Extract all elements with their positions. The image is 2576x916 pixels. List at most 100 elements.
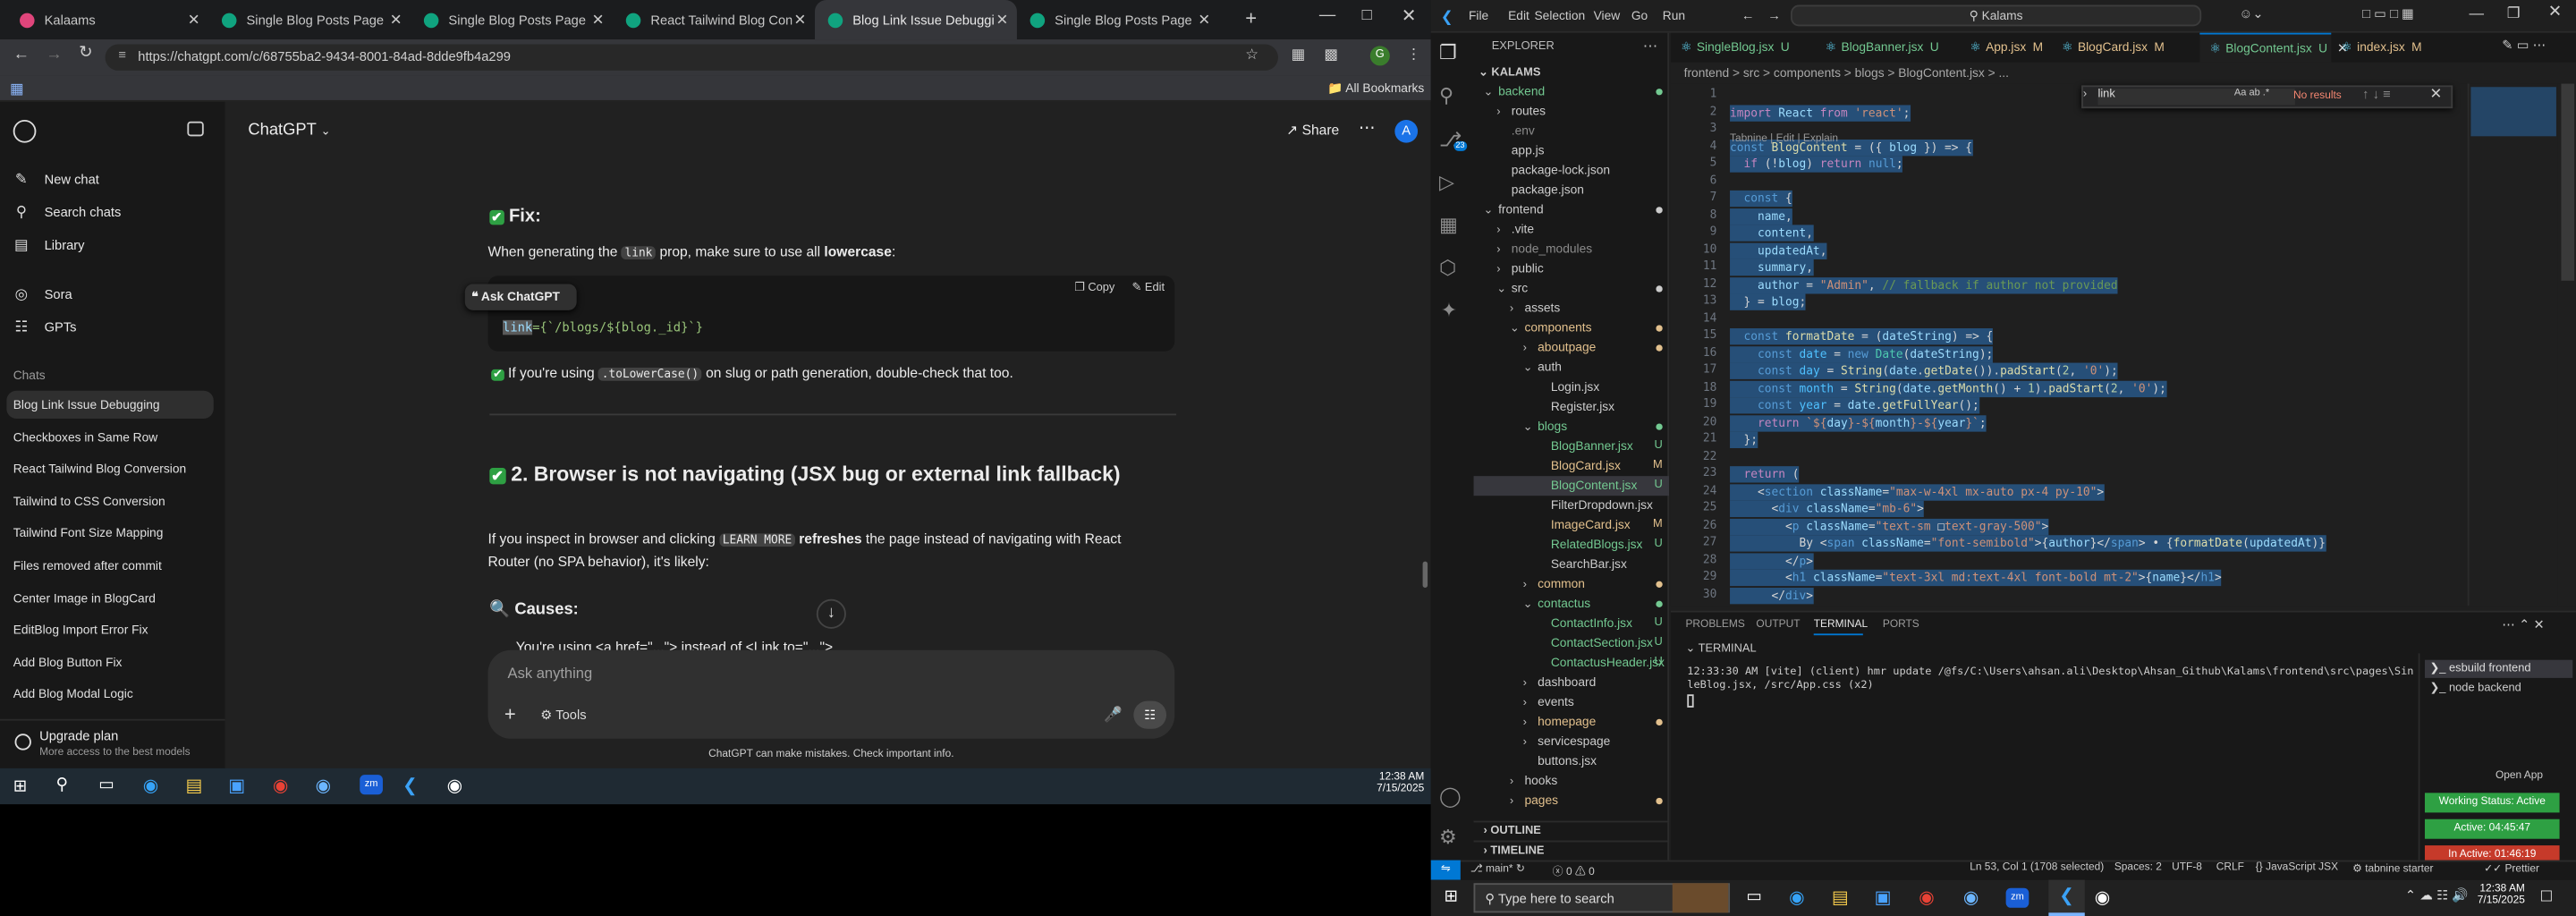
tree-item[interactable]: BlogCard.jsx M (1474, 456, 1670, 476)
find-prev-next-icons[interactable]: ↑ ↓ ≡ (2362, 87, 2390, 102)
tree-item[interactable]: › aboutpage (1474, 338, 1670, 358)
prompt-input[interactable]: Ask anything (508, 665, 593, 681)
tree-item[interactable]: › public (1474, 259, 1670, 279)
microphone-icon[interactable]: 🎤 (1104, 706, 1123, 724)
editor-tab[interactable]: ⚛ BlogContent.jsx U ✕ (2199, 32, 2348, 63)
extension-icon[interactable]: ▦ (1292, 46, 1306, 64)
browser-tab[interactable]: Blog Link Issue Debugging ✕ (815, 0, 1017, 40)
editor-tab[interactable]: ⚛ index.jsx M (2331, 33, 2472, 63)
menu-go[interactable]: Go (1631, 8, 1648, 23)
task-view-icon[interactable]: ▭ (98, 776, 114, 794)
task-view-icon[interactable]: ▭ (1746, 888, 1761, 906)
scroll-down-icon[interactable]: ↓ (816, 598, 846, 629)
browser-tab[interactable]: React Tailwind Blog Convers✕ (613, 0, 815, 39)
windows-start-icon[interactable]: ⊞ (1444, 888, 1457, 906)
chrome-menu-icon[interactable]: ⋮ (1406, 46, 1421, 64)
tree-item[interactable]: Register.jsx (1474, 397, 1670, 417)
vscode-taskbar-icon[interactable]: ❮ (2048, 879, 2085, 916)
copilot-icon[interactable]: ☺⌄ (2239, 6, 2263, 21)
store-icon[interactable]: ▣ (228, 775, 245, 796)
tree-item[interactable]: Login.jsx (1474, 377, 1670, 397)
chrome-dev-icon[interactable]: ◉ (1963, 886, 1979, 908)
minimap[interactable] (2467, 83, 2558, 606)
share-button[interactable]: ↗ Share (1286, 122, 1339, 140)
chat-history-item[interactable]: Add Blog Modal Logic (13, 680, 217, 708)
clock-right[interactable]: 12:38 AM 7/15/2025 (2478, 883, 2525, 906)
chat-history-item[interactable]: Files removed after commit (13, 552, 217, 580)
nav-forward-icon[interactable]: → (1767, 8, 1781, 23)
workspace-root[interactable]: ⌄ KALAMS (1479, 65, 1540, 79)
open-app-button[interactable]: Open App (2496, 770, 2543, 782)
chat-scrollbar[interactable] (1422, 561, 1428, 588)
close-window-icon[interactable]: ✕ (1402, 5, 1417, 26)
editor-scrollbar[interactable] (2561, 83, 2575, 281)
line-ending[interactable]: CRLF (2216, 861, 2244, 873)
chat-history-item[interactable]: React Tailwind Blog Conversion (13, 455, 217, 483)
sidebar-item-search-chats[interactable]: ⚲ Search chats (13, 197, 217, 226)
tree-item[interactable]: .env (1474, 122, 1670, 141)
voice-mode-icon[interactable]: ☷ (1133, 700, 1167, 729)
forward-icon[interactable]: → (46, 46, 62, 64)
tree-item[interactable]: ⌄ blogs (1474, 417, 1670, 437)
openai-logo-icon[interactable] (13, 119, 37, 143)
tree-item[interactable]: BlogContent.jsx U (1473, 476, 1670, 496)
tree-item[interactable]: › homepage (1474, 712, 1670, 732)
editor-tab[interactable]: ⚛ SingleBlog.jsx U (1671, 33, 1816, 63)
tree-item[interactable]: ⌄ contactus (1474, 594, 1670, 614)
find-options-icons[interactable]: Aa ab .* (2234, 89, 2269, 98)
browser-tab[interactable]: Kalaams ✕ (6, 0, 208, 39)
browser-tab[interactable]: Single Blog Posts Page Desig✕ (208, 0, 411, 39)
mongodb-icon[interactable]: ✦ (1441, 299, 1457, 322)
tree-item[interactable]: BlogBanner.jsx U (1474, 437, 1670, 456)
tree-item[interactable]: ContactusHeader.jsx U (1474, 653, 1670, 673)
panel-tab-output[interactable]: OUTPUT (1756, 619, 1800, 631)
zoom-icon[interactable]: zm (360, 775, 383, 795)
breadcrumb[interactable]: frontend > src > components > blogs > Bl… (1670, 62, 2576, 84)
maximize-icon[interactable]: □ (1362, 6, 1372, 24)
vs-close-icon[interactable]: ✕ (2548, 4, 2562, 21)
ask-chatgpt-popup[interactable]: ❝ Ask ChatGPT (464, 284, 577, 310)
remote-icon[interactable]: ⬡ (1439, 256, 1456, 279)
tree-item[interactable]: › dashboard (1474, 673, 1670, 692)
tree-item[interactable]: buttons.jsx (1474, 751, 1670, 771)
tab-close-icon[interactable]: ✕ (186, 11, 202, 29)
menu-view[interactable]: View (1594, 8, 1621, 23)
command-center[interactable]: ⚲ Kalams (1791, 4, 2202, 27)
codelens[interactable]: Tabnine | Edit | Explain (1730, 133, 1838, 145)
menu-selection[interactable]: Selection (1534, 8, 1585, 23)
site-info-icon[interactable]: ≡ (118, 47, 126, 63)
file-explorer-icon[interactable]: ▤ (1832, 886, 1849, 908)
terminal-item-esbuild[interactable]: ❯_ esbuild frontend (2424, 659, 2573, 678)
code-editor[interactable]: 1 2 import React from 'react'; 3 4 const Blog… (1670, 83, 2576, 606)
search-icon[interactable]: ⚲ (55, 776, 67, 794)
reload-icon[interactable]: ↻ (79, 45, 92, 63)
sidebar-item-library[interactable]: ▤ Library (13, 230, 217, 259)
tree-item[interactable]: › node_modules (1474, 240, 1670, 259)
windows-start-icon[interactable]: ⊞ (13, 778, 27, 796)
sidebar-item-new-chat[interactable]: ✎ New chat (13, 165, 217, 194)
run-debug-icon[interactable]: ▷ (1439, 171, 1454, 194)
tree-item[interactable]: ImageCard.jsx M (1474, 515, 1670, 535)
tab-close-icon[interactable]: ✕ (1196, 11, 1212, 29)
vscode-taskbar-icon[interactable]: ❮ (402, 775, 418, 796)
file-explorer-icon[interactable]: ▤ (186, 775, 203, 796)
tree-item[interactable]: app.js (1474, 141, 1670, 161)
tree-item[interactable]: › pages (1474, 792, 1670, 811)
panel-tab-terminal[interactable]: TERMINAL (1814, 619, 1868, 631)
panel-actions[interactable]: ⋯ ⌃ ✕ (2502, 617, 2544, 632)
new-tab-icon[interactable]: + (1245, 6, 1257, 30)
terminal-item-node[interactable]: ❯_ node backend (2425, 680, 2572, 698)
chat-history-item[interactable]: Center Image in BlogCard (13, 584, 217, 612)
url-bar[interactable]: https://chatgpt.com/c/68755ba2-9434-8001… (105, 44, 1278, 71)
tab-close-icon[interactable]: ✕ (994, 11, 1010, 29)
store-icon[interactable]: ▣ (1875, 886, 1892, 908)
editor-tab[interactable]: ⚛ App.jsx M (1960, 33, 2052, 63)
chrome-dev-icon[interactable]: ◉ (316, 775, 332, 796)
user-avatar[interactable]: A (1394, 119, 1419, 143)
tree-item[interactable]: ⌄ src (1474, 279, 1670, 299)
layout-icons[interactable]: □ ▭ □ ▦ (2362, 6, 2414, 21)
remote-indicator-icon[interactable]: ⇋ (1430, 860, 1461, 880)
cursor-position[interactable]: Ln 53, Col 1 (1708 selected) (1970, 861, 2104, 873)
explorer-more-icon[interactable]: ⋯ (1643, 38, 1658, 55)
vs-maximize-icon[interactable]: ❐ (2507, 5, 2521, 23)
